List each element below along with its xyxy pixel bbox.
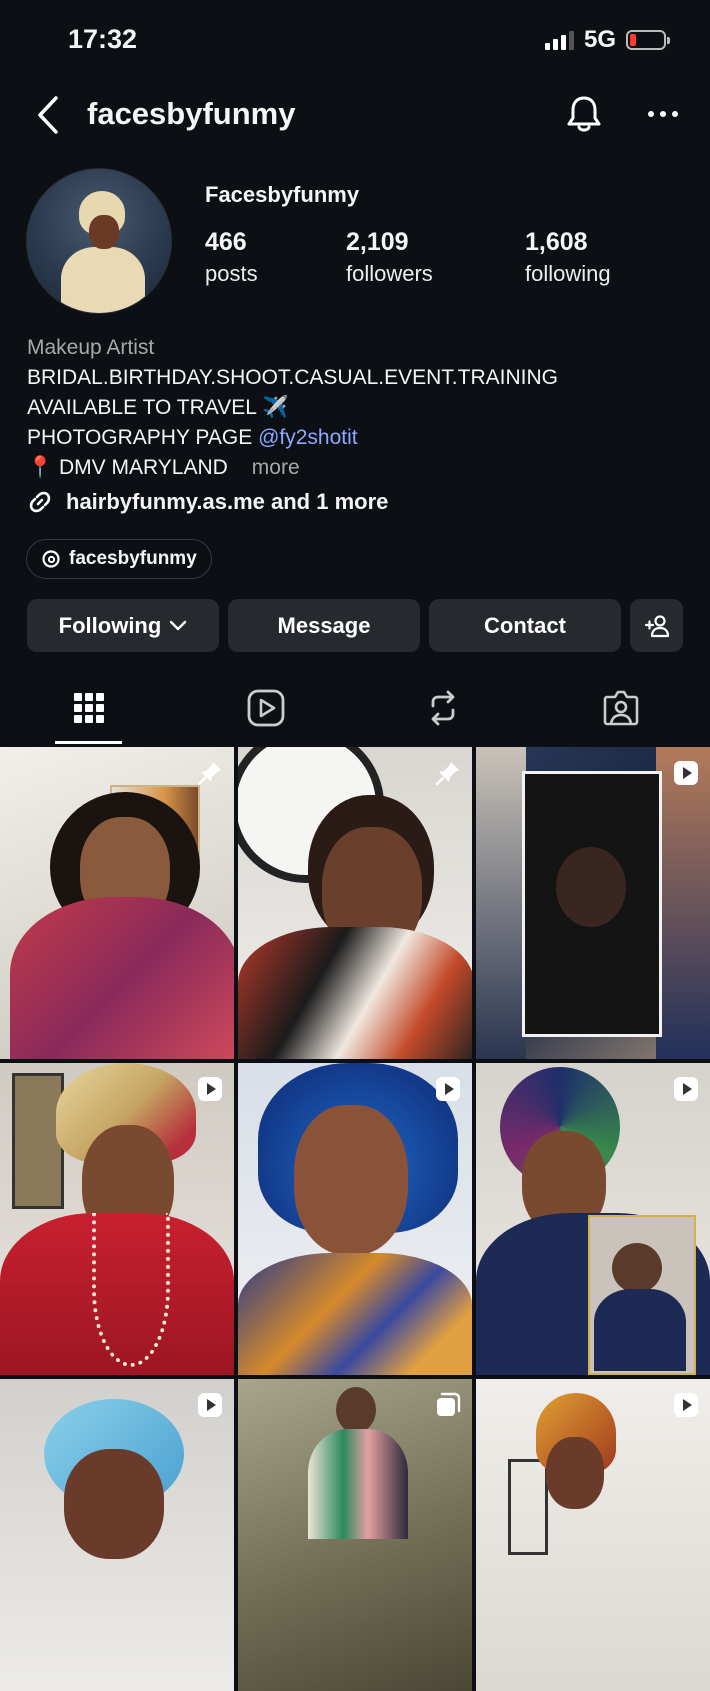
bio-line: AVAILABLE TO TRAVEL ✈️ [27,396,289,419]
following-count[interactable]: 1,608 following [525,228,611,287]
grid-post[interactable] [476,1379,710,1691]
tab-tagged-icon[interactable] [599,686,643,730]
bio-line: 📍 DMV MARYLAND more [27,456,300,479]
reel-icon [674,1077,698,1101]
chevron-down-icon [170,620,187,630]
threads-icon [42,550,60,568]
profile-avatar[interactable] [26,168,172,314]
following-button-label: Following [58,612,162,638]
bio-line: PHOTOGRAPHY PAGE @fy2shotit [27,426,358,449]
bio-mention-link[interactable]: @fy2shotit [258,426,358,449]
tab-reposts-icon[interactable] [421,686,465,730]
pin-icon [197,762,221,786]
message-button[interactable]: Message [228,599,420,652]
battery-icon [626,30,670,50]
grid-post[interactable] [0,1379,234,1691]
status-indicators: 5G [544,26,670,54]
grid-post[interactable] [0,747,234,1059]
status-time: 17:32 [68,24,138,54]
reel-icon [198,1077,222,1101]
back-arrow-icon[interactable] [30,92,70,138]
reel-icon [198,1393,222,1417]
notification-bell-icon[interactable] [562,92,606,136]
carousel-icon [437,1392,461,1416]
signal-icon [544,30,574,50]
profile-bio: Makeup Artist BRIDAL.BIRTHDAY.SHOOT.CASU… [27,333,687,483]
tab-posts-grid-icon[interactable] [67,686,111,730]
posts-count[interactable]: 466 posts [205,228,258,287]
followers-count[interactable]: 2,109 followers [346,228,433,287]
grid-post[interactable] [238,1379,472,1691]
contact-button[interactable]: Contact [429,599,621,652]
reel-icon [674,761,698,785]
suggest-people-button[interactable] [630,599,683,652]
pin-icon [435,762,459,786]
display-name: Facesbyfunmy [205,182,360,207]
following-button[interactable]: Following [27,599,219,652]
grid-post[interactable] [476,747,710,1059]
threads-badge[interactable]: facesbyfunmy [26,539,212,579]
active-tab-indicator [55,741,122,744]
threads-handle: facesbyfunmy [69,548,197,569]
more-options-icon[interactable] [645,96,681,132]
message-button-label: Message [277,612,371,638]
bio-line: BRIDAL.BIRTHDAY.SHOOT.CASUAL.EVENT.TRAIN… [27,366,558,389]
grid-post[interactable] [238,1063,472,1375]
grid-post[interactable] [238,747,472,1059]
grid-post[interactable] [0,1063,234,1375]
reel-icon [436,1077,460,1101]
external-link-label: hairbyfunmy.as.me and 1 more [66,489,389,514]
network-label: 5G [583,26,616,53]
contact-button-label: Contact [484,612,566,638]
profile-username: facesbyfunmy [87,96,296,131]
link-icon [29,491,51,513]
tab-reels-icon[interactable] [244,686,288,730]
reel-icon [674,1393,698,1417]
grid-post[interactable] [476,1063,710,1375]
bio-more-link[interactable]: more [252,456,300,479]
external-link[interactable]: hairbyfunmy.as.me and 1 more [26,488,388,516]
add-person-icon [644,614,669,637]
bio-category: Makeup Artist [27,336,155,359]
